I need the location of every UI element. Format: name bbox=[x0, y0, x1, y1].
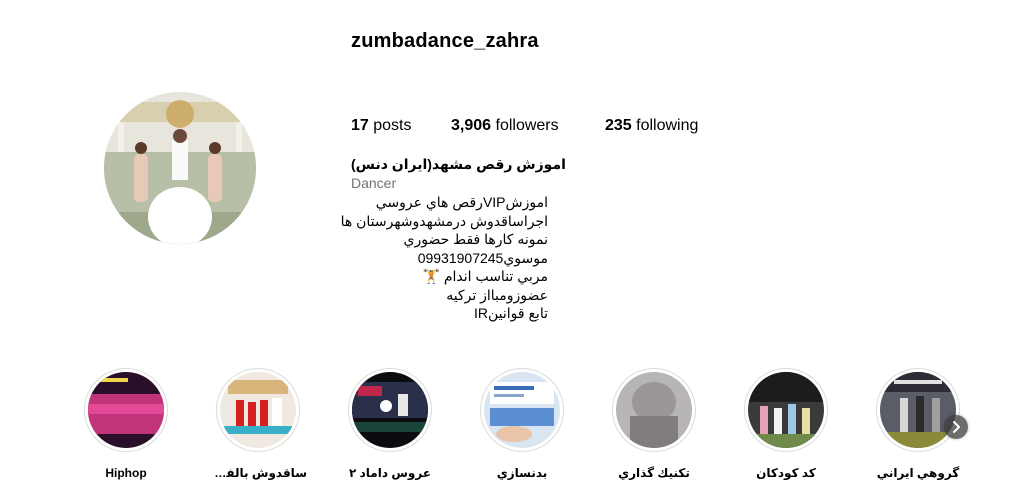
bio-line: مربي تناسب اندام 🏋 bbox=[422, 268, 548, 284]
highlight-ring bbox=[348, 368, 432, 452]
highlight-bridesmaids-thumbnail bbox=[220, 372, 296, 448]
profile-avatar[interactable] bbox=[104, 92, 256, 244]
highlight-ring bbox=[876, 368, 960, 452]
followers-count: 3,906 bbox=[451, 117, 492, 134]
highlight-ring bbox=[216, 368, 300, 452]
highlight-label: عروس داماد ۲ bbox=[348, 466, 432, 480]
highlight-ring bbox=[744, 368, 828, 452]
highlight-label: كد كودكان bbox=[756, 466, 816, 480]
highlight-label: تكنيك گذاري bbox=[618, 466, 690, 480]
bio-line: نمونه كارها فقط حضوري bbox=[403, 231, 548, 247]
bio-line: تابع قوانينIR bbox=[474, 305, 548, 321]
bio-line: اجراساقدوش درمشهدوشهرستان ها bbox=[340, 212, 548, 229]
highlight-hiphop-thumbnail bbox=[88, 372, 164, 448]
profile-photo bbox=[104, 92, 256, 244]
highlight-item[interactable]: عروس داماد ۲ bbox=[341, 368, 439, 480]
highlights-next-button[interactable] bbox=[944, 415, 968, 439]
posts-stat[interactable]: 17 posts bbox=[351, 117, 451, 135]
highlight-ring bbox=[612, 368, 696, 452]
highlight-label: Hiphop bbox=[105, 466, 147, 480]
highlight-ring bbox=[480, 368, 564, 452]
highlight-kids-thumbnail bbox=[748, 372, 824, 448]
highlight-label: بدنسازي bbox=[496, 466, 548, 480]
bio-text: اموزشVIPرقص هاي عروسي اجراساقدوش درمشهدو… bbox=[340, 193, 548, 323]
following-label: following bbox=[631, 117, 699, 134]
chevron-right-icon bbox=[953, 421, 960, 433]
bio-display-name: اموزش رقص مشهد(ایران دنس) bbox=[351, 156, 566, 172]
bio-line: عضوزومبااز تركيه bbox=[446, 286, 548, 303]
highlight-item[interactable]: بدنسازي bbox=[473, 368, 571, 480]
highlight-item[interactable]: ساقدوش بالفر... bbox=[209, 368, 307, 480]
highlight-ring bbox=[84, 368, 168, 452]
bio-category: Dancer bbox=[351, 175, 397, 191]
profile-stats: 17 posts 3,906 followers 235 following bbox=[351, 117, 698, 135]
followers-label: followers bbox=[491, 117, 559, 134]
profile-username[interactable]: zumbadance_zahra bbox=[351, 30, 539, 53]
highlight-item[interactable]: تكنيك گذاري bbox=[605, 368, 703, 480]
bio-line: موسوي09931907245 bbox=[417, 249, 548, 266]
highlight-bride-groom-thumbnail bbox=[352, 372, 428, 448]
highlight-label: گروهي ايراني bbox=[876, 466, 960, 480]
bio-line: اموزشVIPرقص هاي عروسي bbox=[375, 194, 548, 210]
highlight-item[interactable]: كد كودكان bbox=[737, 368, 835, 480]
story-highlights: Hiphop ساقدوش بالفر... عروس داماد ۲ بدنس… bbox=[77, 368, 967, 488]
highlight-label: ساقدوش بالفر... bbox=[209, 466, 307, 480]
followers-stat[interactable]: 3,906 followers bbox=[451, 117, 605, 135]
highlight-bodybuilding-thumbnail bbox=[484, 372, 560, 448]
highlight-technique-thumbnail bbox=[616, 372, 692, 448]
highlight-item[interactable]: Hiphop bbox=[77, 368, 175, 480]
following-stat[interactable]: 235 following bbox=[605, 117, 698, 135]
following-count: 235 bbox=[605, 117, 632, 134]
posts-count: 17 bbox=[351, 117, 369, 134]
posts-label: posts bbox=[368, 117, 412, 134]
